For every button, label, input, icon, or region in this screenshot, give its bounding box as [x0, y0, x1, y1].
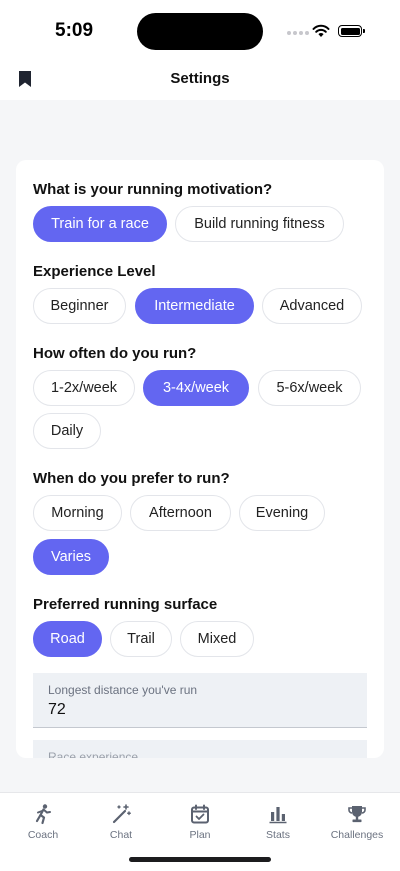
surface-option-road[interactable]: Road — [33, 621, 102, 657]
frequency-option-5-6x-week[interactable]: 5-6x/week — [258, 370, 361, 406]
tab-challenges[interactable]: Challenges — [318, 803, 396, 841]
frequency-option-3-4x-week[interactable]: 3-4x/week — [143, 370, 249, 406]
tab-coach[interactable]: Coach — [4, 803, 82, 841]
trophy-icon — [348, 806, 366, 823]
status-bar: 5:09 — [0, 0, 400, 60]
experience-title: Experience Level — [33, 263, 156, 280]
time-option-varies[interactable]: Varies — [33, 539, 109, 575]
tab-stats[interactable]: Stats — [239, 803, 317, 841]
motivation-title: What is your running motivation? — [33, 181, 273, 198]
experience-option-advanced[interactable]: Advanced — [262, 288, 362, 324]
tab-label-coach: Coach — [27, 829, 59, 841]
tab-chat[interactable]: Chat — [82, 803, 160, 841]
experience-option-intermediate[interactable]: Intermediate — [135, 288, 254, 324]
magic-wand-icon — [112, 804, 131, 824]
wifi-icon — [312, 24, 330, 37]
longest-distance-label: Longest distance you've run — [48, 683, 198, 697]
frequency-option-daily[interactable]: Daily — [33, 413, 101, 449]
motivation-option-train-for-a-race[interactable]: Train for a race — [33, 206, 167, 242]
tab-label-chat: Chat — [109, 829, 133, 841]
dynamic-island — [137, 13, 263, 50]
time-option-afternoon[interactable]: Afternoon — [130, 495, 231, 531]
tab-label-challenges: Challenges — [330, 829, 384, 841]
time-preference-title: When do you prefer to run? — [33, 470, 230, 487]
experience-option-beginner[interactable]: Beginner — [33, 288, 126, 324]
nav-header: Settings — [0, 60, 400, 100]
frequency-option-1-2x-week[interactable]: 1-2x/week — [33, 370, 135, 406]
cellular-signal-icon — [287, 31, 309, 35]
surface-title: Preferred running surface — [33, 596, 218, 613]
runner-icon — [35, 804, 51, 825]
frequency-title: How often do you run? — [33, 345, 197, 362]
time-option-morning[interactable]: Morning — [33, 495, 122, 531]
motivation-option-build-running-fitness[interactable]: Build running fitness — [175, 206, 344, 242]
tab-plan[interactable]: Plan — [161, 803, 239, 841]
page-title: Settings — [170, 70, 230, 87]
status-time: 5:09 — [55, 20, 94, 41]
surface-option-mixed[interactable]: Mixed — [180, 621, 254, 657]
race-experience-field[interactable]: Race experience — [33, 740, 367, 758]
settings-card: What is your running motivation? Train f… — [16, 160, 384, 758]
bar-chart-icon — [269, 807, 287, 824]
calendar-check-icon — [191, 804, 209, 824]
battery-icon — [338, 25, 365, 37]
surface-option-trail[interactable]: Trail — [110, 621, 172, 657]
longest-distance-value[interactable]: 72 — [48, 701, 66, 719]
home-indicator — [129, 857, 271, 862]
time-option-evening[interactable]: Evening — [239, 495, 325, 531]
tab-label-plan: Plan — [189, 829, 211, 841]
longest-distance-field[interactable]: Longest distance you've run 72 — [33, 673, 367, 728]
race-experience-label: Race experience — [48, 750, 139, 758]
tab-label-stats: Stats — [266, 829, 290, 841]
